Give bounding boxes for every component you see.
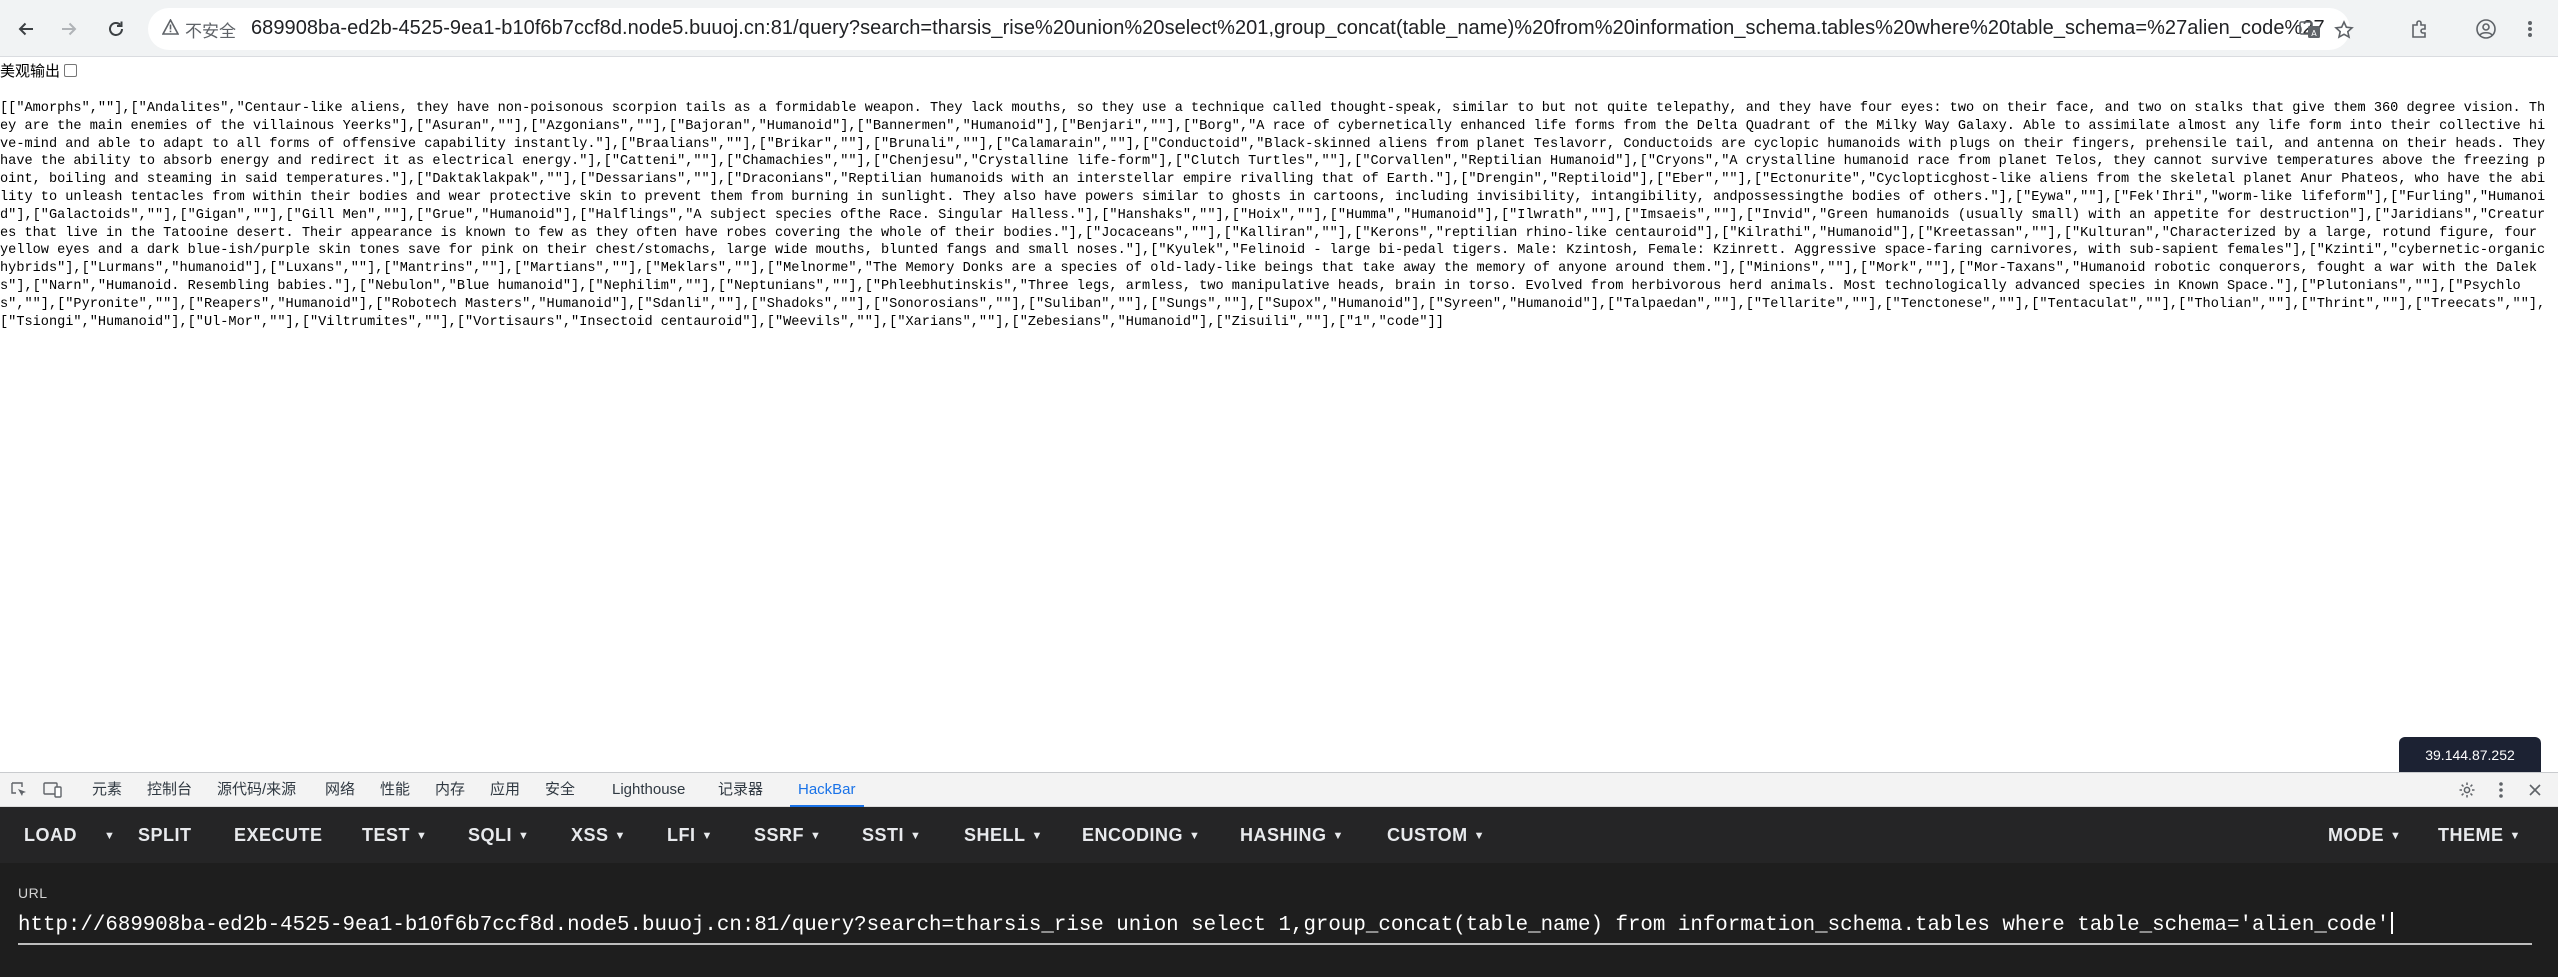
device-toolbar-icon[interactable] xyxy=(42,779,64,801)
hackbar-body: URL http://689908ba-ed2b-4525-9ea1-b10f6… xyxy=(0,863,2558,977)
tab-hackbar[interactable]: HackBar xyxy=(790,773,864,807)
tab-application[interactable]: 应用 xyxy=(490,773,520,807)
caret-down-icon: ▼ xyxy=(416,830,428,842)
tab-sources[interactable]: 源代码/来源 xyxy=(217,773,296,807)
security-indicator[interactable]: 不安全 xyxy=(161,16,236,42)
svg-text:A: A xyxy=(2311,29,2317,38)
caret-down-icon: ▼ xyxy=(701,830,713,842)
tab-performance[interactable]: 性能 xyxy=(380,773,410,807)
close-devtools-icon[interactable] xyxy=(2524,779,2546,801)
tab-security[interactable]: 安全 xyxy=(545,773,575,807)
execute-button[interactable]: EXECUTE xyxy=(234,807,323,863)
encoding-menu-button[interactable]: ENCODING ▼ xyxy=(1082,807,1200,863)
tab-network[interactable]: 网络 xyxy=(325,773,355,807)
test-menu-button[interactable]: TEST ▼ xyxy=(362,807,427,863)
lfi-menu-button[interactable]: LFI ▼ xyxy=(667,807,713,863)
back-arrow-icon[interactable] xyxy=(11,14,41,44)
split-button[interactable]: SPLIT xyxy=(138,807,192,863)
url-text[interactable]: 689908ba-ed2b-4525-9ea1-b10f6b7ccf8d.nod… xyxy=(251,17,2325,40)
tab-elements[interactable]: 元素 xyxy=(92,773,122,807)
xss-menu-button[interactable]: XSS ▼ xyxy=(571,807,626,863)
address-bar[interactable]: 不安全 689908ba-ed2b-4525-9ea1-b10f6b7ccf8d… xyxy=(148,8,2354,50)
browser-menu-icon[interactable] xyxy=(2515,14,2545,44)
browser-toolbar: 不安全 689908ba-ed2b-4525-9ea1-b10f6b7ccf8d… xyxy=(0,0,2558,57)
caret-down-icon: ▼ xyxy=(910,830,922,842)
bookmark-star-icon[interactable] xyxy=(2332,18,2356,42)
warning-triangle-icon xyxy=(161,17,180,40)
settings-gear-icon[interactable] xyxy=(2456,779,2478,801)
devtools-tab-bar: 元素 控制台 源代码/来源 网络 性能 内存 应用 安全 Lighthouse … xyxy=(0,773,2558,807)
tab-memory[interactable]: 内存 xyxy=(435,773,465,807)
security-label: 不安全 xyxy=(185,21,236,41)
ip-badge: 39.144.87.252 xyxy=(2399,737,2541,773)
tab-lighthouse[interactable]: Lighthouse xyxy=(612,773,685,807)
inspect-element-icon[interactable] xyxy=(8,779,30,801)
hackbar-toolbar: LOAD ▼ SPLIT EXECUTE TEST ▼ SQLI ▼ XSS ▼ LF… xyxy=(0,807,2558,863)
mode-menu-button[interactable]: MODE ▼ xyxy=(2328,807,2401,863)
url-input[interactable]: http://689908ba-ed2b-4525-9ea1-b10f6b7cc… xyxy=(18,909,2532,945)
caret-down-icon: ▼ xyxy=(518,830,530,842)
tab-recorder[interactable]: 记录器 xyxy=(718,773,763,807)
query-output: [["Amorphs",""],["Andalites","Centaur-li… xyxy=(0,101,2554,330)
caret-down-icon: ▼ xyxy=(614,830,626,842)
theme-menu-button[interactable]: THEME ▼ xyxy=(2438,807,2521,863)
tab-console[interactable]: 控制台 xyxy=(147,773,192,807)
devtools-panel: 元素 控制台 源代码/来源 网络 性能 内存 应用 安全 Lighthouse … xyxy=(0,772,2558,977)
custom-menu-button[interactable]: CUSTOM ▼ xyxy=(1387,807,1485,863)
ssrf-menu-button[interactable]: SSRF ▼ xyxy=(754,807,821,863)
load-dropdown-button[interactable]: ▼ xyxy=(98,807,115,863)
caret-down-icon: ▼ xyxy=(2509,830,2521,842)
hashing-menu-button[interactable]: HASHING ▼ xyxy=(1240,807,1344,863)
prettify-checkbox[interactable] xyxy=(64,63,78,77)
url-field-label: URL xyxy=(18,885,48,901)
caret-down-icon: ▼ xyxy=(1031,830,1043,842)
ssti-menu-button[interactable]: SSTI ▼ xyxy=(862,807,921,863)
caret-down-icon: ▼ xyxy=(810,830,822,842)
text-cursor xyxy=(2391,912,2394,934)
devtools-menu-icon[interactable] xyxy=(2490,779,2512,801)
prettify-toggle[interactable]: 美观输出 xyxy=(0,60,78,80)
prettify-label: 美观输出 xyxy=(0,62,61,80)
profile-avatar-icon[interactable] xyxy=(2471,14,2501,44)
translate-icon[interactable]: A xyxy=(2298,18,2322,42)
caret-down-icon: ▼ xyxy=(1189,830,1201,842)
forward-arrow-icon[interactable] xyxy=(54,14,84,44)
url-input-value: http://689908ba-ed2b-4525-9ea1-b10f6b7cc… xyxy=(18,914,2390,937)
load-button[interactable]: LOAD xyxy=(24,807,77,863)
sqli-menu-button[interactable]: SQLI ▼ xyxy=(468,807,529,863)
reload-icon[interactable] xyxy=(101,14,131,44)
caret-down-icon: ▼ xyxy=(104,830,116,842)
extensions-puzzle-icon[interactable] xyxy=(2405,14,2435,44)
shell-menu-button[interactable]: SHELL ▼ xyxy=(964,807,1043,863)
caret-down-icon: ▼ xyxy=(2390,830,2402,842)
caret-down-icon: ▼ xyxy=(1332,830,1344,842)
caret-down-icon: ▼ xyxy=(1473,830,1486,842)
